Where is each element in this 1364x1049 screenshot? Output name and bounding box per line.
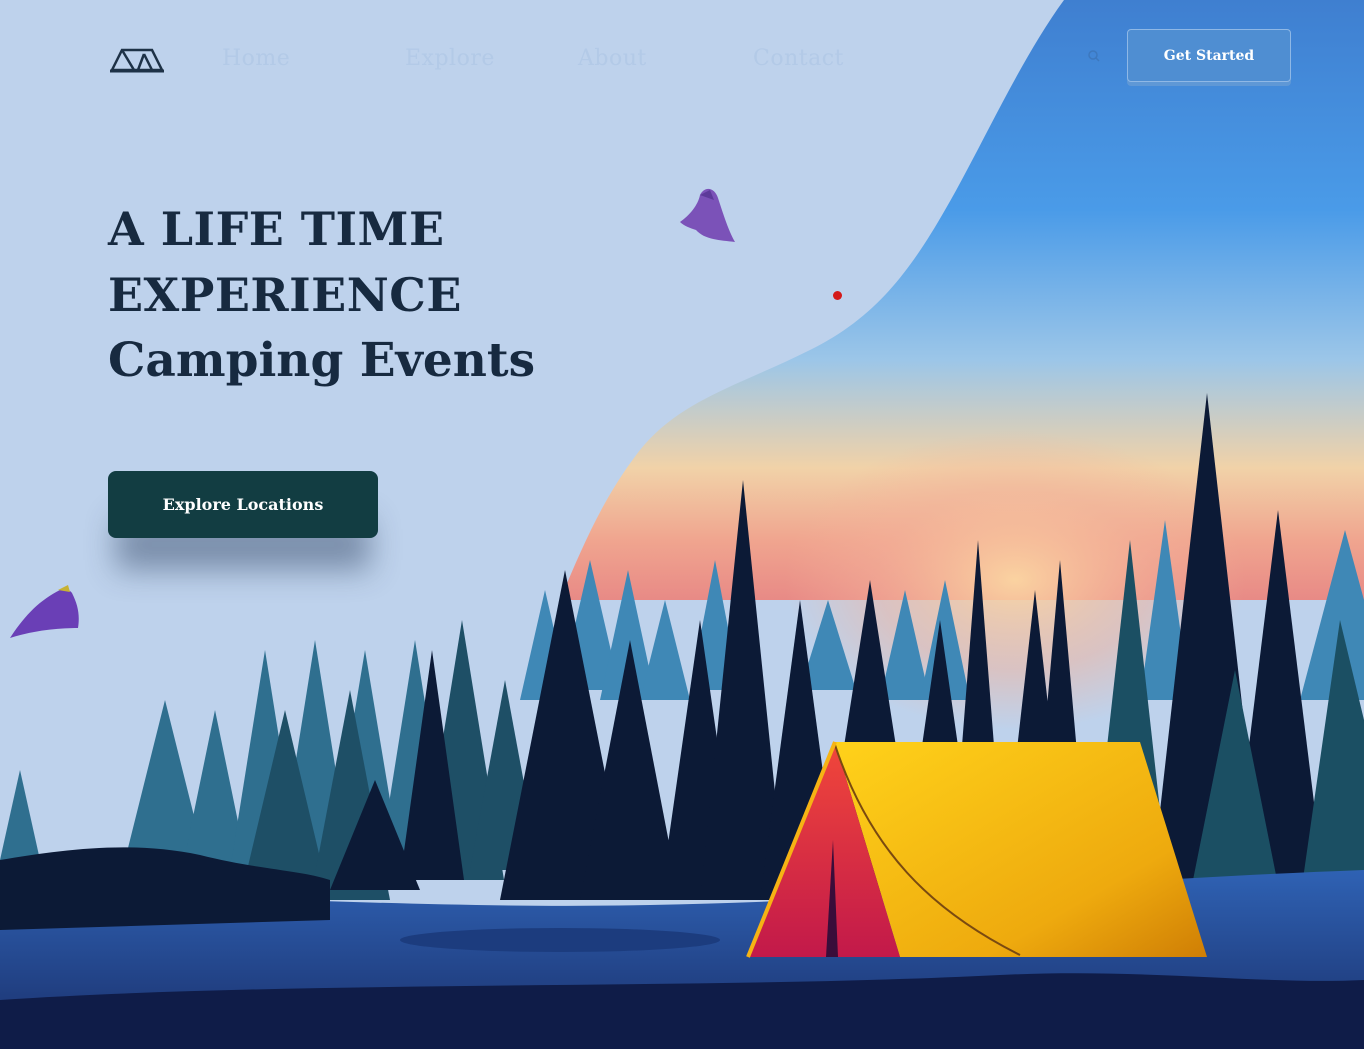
- cursor-dot: [833, 291, 842, 300]
- hero-title-line-1: A LIFE TIME: [108, 202, 445, 256]
- hero-title-line-2: EXPERIENCE: [108, 268, 462, 322]
- top-navigation: Home Explore About Contact Get Started: [0, 0, 1364, 110]
- search-icon[interactable]: [1088, 50, 1100, 62]
- nav-link-explore[interactable]: Explore: [405, 46, 495, 71]
- get-started-button[interactable]: Get Started: [1127, 29, 1291, 82]
- explore-locations-button[interactable]: Explore Locations: [108, 471, 378, 538]
- nav-link-contact[interactable]: Contact: [753, 46, 844, 71]
- hero-title-line-3: Camping Events: [108, 333, 536, 388]
- hero-title: A LIFE TIME EXPERIENCE Camping Events: [108, 196, 535, 394]
- tent-logo-icon[interactable]: [108, 44, 166, 74]
- nav-link-home[interactable]: Home: [222, 46, 290, 71]
- nav-link-about[interactable]: About: [578, 46, 647, 71]
